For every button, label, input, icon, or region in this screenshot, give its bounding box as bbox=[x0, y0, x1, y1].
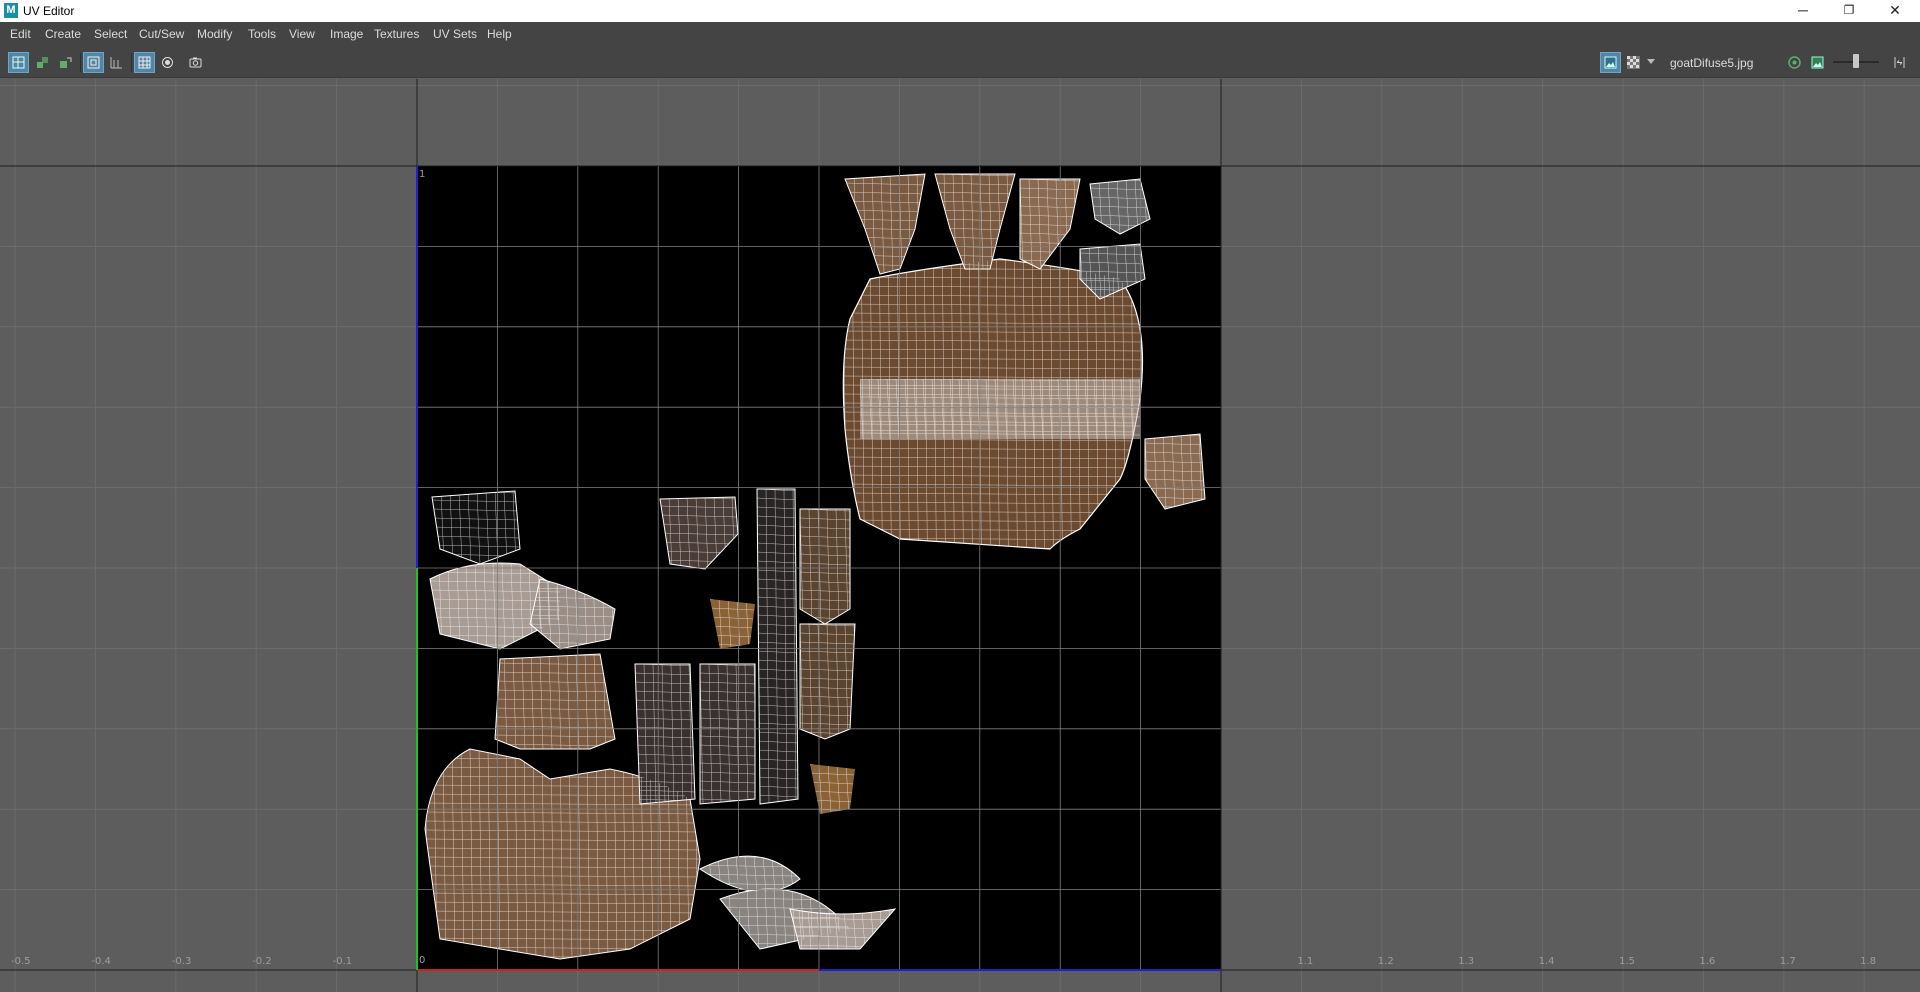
uv-shell-leg-4[interactable] bbox=[634, 663, 696, 805]
restore-button[interactable]: ❐ bbox=[1826, 0, 1872, 22]
menu-cut-sew[interactable]: Cut/Sew bbox=[139, 27, 184, 41]
maya-logo-icon: M bbox=[4, 3, 18, 18]
menu-create[interactable]: Create bbox=[45, 27, 81, 41]
image-display-icon bbox=[1604, 56, 1617, 69]
uv-shell-select-button[interactable] bbox=[8, 52, 29, 73]
x-tick-label: 1.8 bbox=[1860, 956, 1876, 967]
slider-icon[interactable] bbox=[1853, 54, 1859, 68]
color-managed-button[interactable] bbox=[1808, 53, 1827, 72]
x-tick-label: -0.2 bbox=[252, 956, 272, 967]
checker-icon bbox=[1627, 56, 1640, 69]
uv-shell-torso-light bbox=[860, 379, 1140, 439]
toolbar: goatDifuse5.jpg bbox=[0, 46, 1920, 78]
checker-dropdown[interactable] bbox=[1645, 53, 1657, 72]
isolate-button[interactable] bbox=[134, 52, 155, 73]
x-tick-label: 1.6 bbox=[1699, 956, 1715, 967]
uv-shell-leg-6[interactable] bbox=[799, 508, 851, 625]
uv-shell-select-icon bbox=[12, 56, 25, 69]
snapshot-button[interactable] bbox=[186, 53, 205, 72]
window-title: UV Editor bbox=[23, 4, 75, 18]
menu-modify[interactable]: Modify bbox=[197, 27, 232, 41]
wireframe-toggle-button[interactable] bbox=[83, 52, 104, 73]
xray-icon bbox=[162, 57, 173, 68]
exposure-icon bbox=[1788, 56, 1801, 69]
uv-canvas[interactable]: -0.5 -0.4 -0.3 -0.2 -0.1 1.1 1.2 1.3 1.4 1.5 1.6 1.… bbox=[0, 79, 1920, 992]
menu-help[interactable]: Help bbox=[487, 27, 512, 41]
v-axis-top-label: 1 bbox=[419, 169, 425, 180]
x-tick-label: -0.5 bbox=[11, 956, 31, 967]
x-tick-label: 1.3 bbox=[1458, 956, 1474, 967]
x-tick-label: 1.2 bbox=[1378, 956, 1394, 967]
isolate-icon bbox=[138, 56, 151, 69]
toolbar-separator bbox=[80, 53, 81, 72]
range-icon bbox=[1894, 57, 1905, 68]
menu-view[interactable]: View bbox=[289, 27, 315, 41]
range-button[interactable] bbox=[1890, 53, 1909, 72]
uv-move-icon bbox=[60, 57, 72, 68]
checker-button[interactable] bbox=[1624, 53, 1643, 72]
origin-label: 0 bbox=[419, 955, 425, 966]
dropdown-arrow-icon bbox=[1647, 59, 1655, 64]
uv-shell-neck[interactable] bbox=[494, 653, 616, 750]
menu-textures[interactable]: Textures bbox=[374, 27, 419, 41]
xray-button[interactable] bbox=[158, 53, 177, 72]
minimize-button[interactable]: ─ bbox=[1780, 0, 1826, 22]
uv-move-button[interactable] bbox=[56, 53, 75, 72]
snapshot-icon bbox=[189, 57, 202, 68]
close-button[interactable]: ✕ bbox=[1872, 0, 1918, 22]
x-tick-label: -0.3 bbox=[172, 956, 192, 967]
x-tick-label: 1.4 bbox=[1539, 956, 1555, 967]
x-tick-label: -0.4 bbox=[91, 956, 111, 967]
toolbar-separator bbox=[131, 53, 132, 72]
wireframe-toggle-icon bbox=[87, 56, 100, 69]
menu-edit[interactable]: Edit bbox=[10, 27, 31, 41]
x-tick-label: 1.5 bbox=[1619, 956, 1635, 967]
color-managed-icon bbox=[1811, 56, 1824, 69]
menu-tools[interactable]: Tools bbox=[248, 27, 276, 41]
texture-name-label[interactable]: goatDifuse5.jpg bbox=[1670, 56, 1753, 70]
x-tick-label: 1.1 bbox=[1297, 956, 1313, 967]
x-tick-label: -0.1 bbox=[333, 956, 353, 967]
menu-uv-sets[interactable]: UV Sets bbox=[433, 27, 477, 41]
uv-component-icon bbox=[37, 57, 48, 68]
menu-image[interactable]: Image bbox=[330, 27, 363, 41]
grid-icon bbox=[110, 57, 122, 69]
menu-select[interactable]: Select bbox=[94, 27, 127, 41]
image-display-button[interactable] bbox=[1600, 52, 1621, 73]
menu-bar: Edit Create Select Cut/Sew Modify Tools … bbox=[0, 22, 1920, 46]
grid-button[interactable] bbox=[107, 53, 126, 72]
uv-component-button[interactable] bbox=[33, 53, 52, 72]
title-bar: M UV Editor ─ ❐ ✕ bbox=[0, 0, 1920, 22]
uv-viewport[interactable]: -0.5 -0.4 -0.3 -0.2 -0.1 1.1 1.2 1.3 1.4 1.5 1.6 1.… bbox=[0, 79, 1920, 992]
exposure-button[interactable] bbox=[1785, 53, 1804, 72]
x-tick-label: 1.7 bbox=[1780, 956, 1796, 967]
